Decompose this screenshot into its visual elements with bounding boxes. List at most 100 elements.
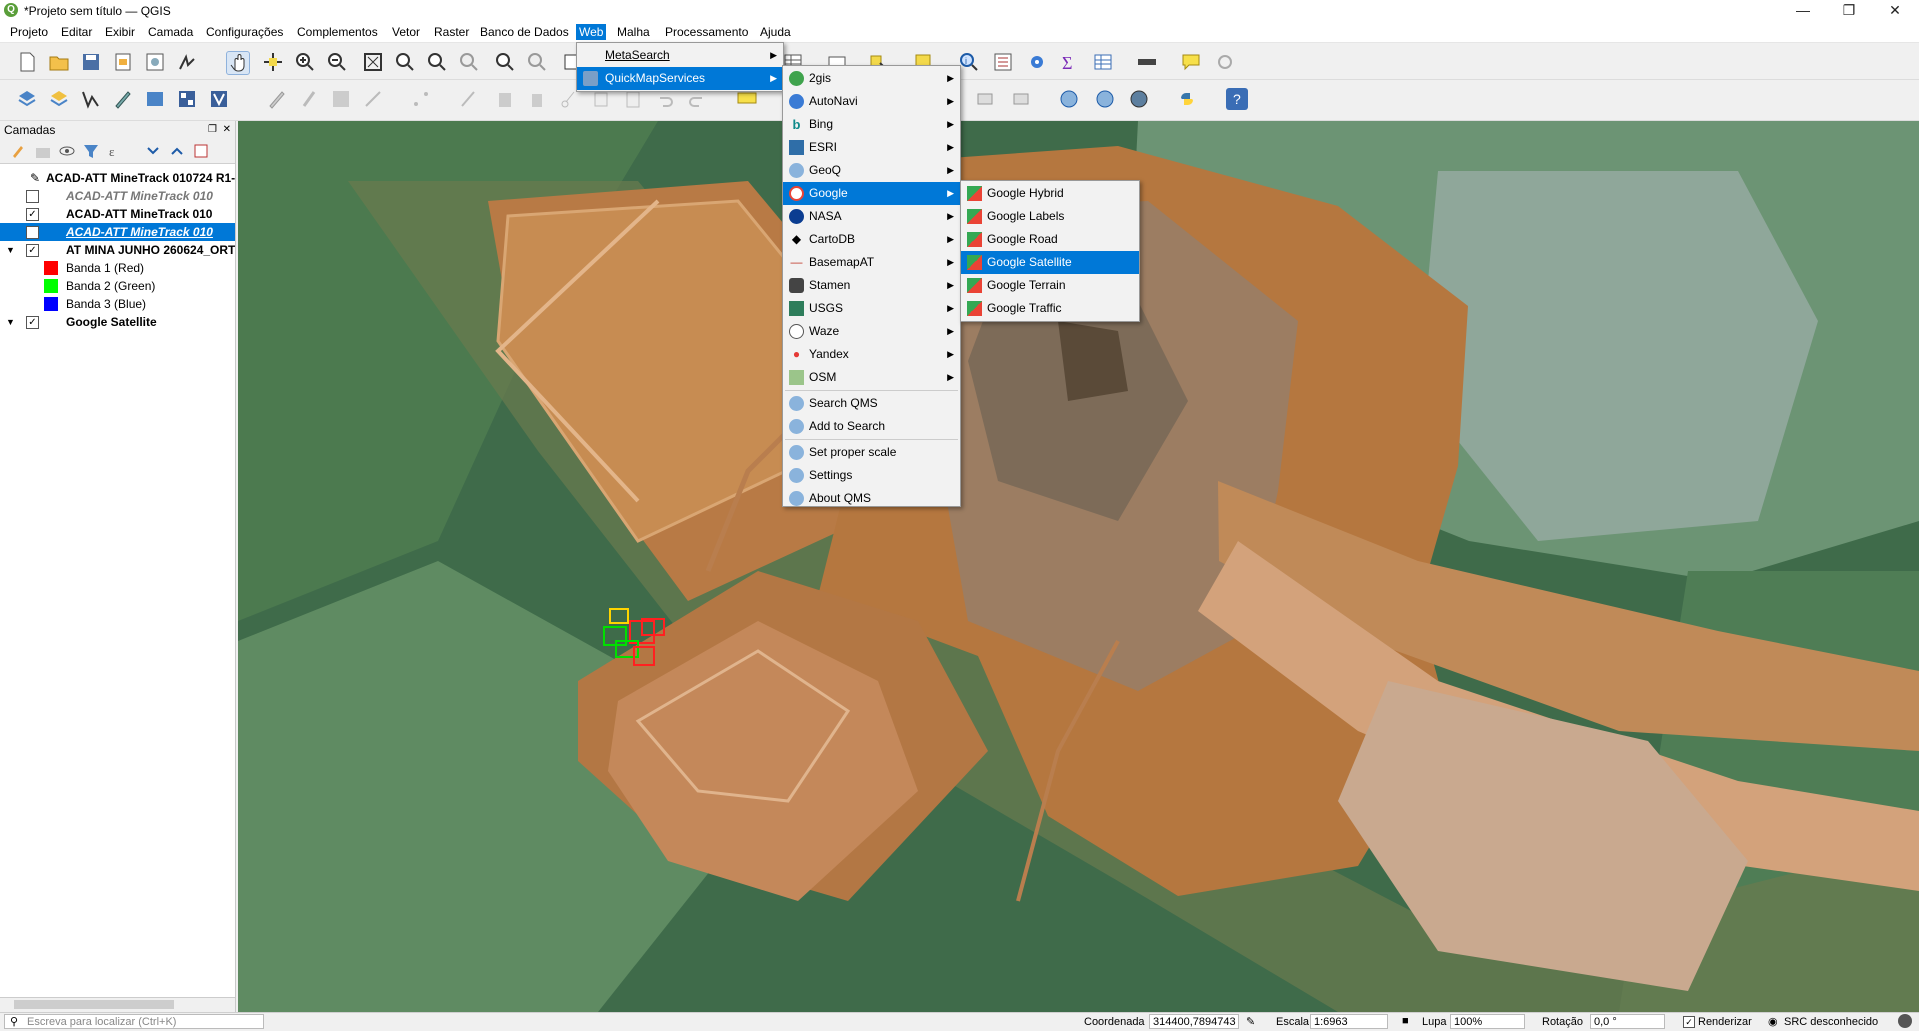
- menu-editar[interactable]: Editar: [58, 24, 95, 40]
- restore-button[interactable]: ❐: [1826, 0, 1872, 22]
- open-project-icon[interactable]: [48, 51, 70, 73]
- layer-visibility-checkbox[interactable]: [26, 190, 39, 203]
- menu-web[interactable]: Web: [576, 24, 607, 40]
- crs-label[interactable]: SRC desconhecido: [1784, 1016, 1878, 1028]
- layer-row[interactable]: ✎ ACAD-ATT MineTrack 010724 R1-: [0, 169, 235, 187]
- menu-raster[interactable]: Raster: [431, 24, 472, 40]
- open-table-icon[interactable]: [1092, 51, 1114, 73]
- qms-provider-google[interactable]: Google ▶: [783, 182, 960, 205]
- gps-tools-icon[interactable]: [1214, 51, 1236, 73]
- float-panel-icon[interactable]: ❐: [208, 121, 217, 139]
- qms-about[interactable]: About QMS: [783, 487, 960, 510]
- locator-search-input[interactable]: Escreva para localizar (Ctrl+K): [4, 1014, 264, 1029]
- measure-line-icon[interactable]: [1136, 51, 1158, 73]
- qms-provider-bing[interactable]: b Bing ▶: [783, 113, 960, 136]
- qms-search-icon[interactable]: [1094, 88, 1116, 110]
- minimize-button[interactable]: —: [1780, 0, 1826, 22]
- messages-icon[interactable]: [1898, 1014, 1912, 1028]
- save-project-icon[interactable]: [80, 51, 102, 73]
- lock-scale-icon[interactable]: ■: [1402, 1015, 1409, 1027]
- expand-arrow-icon[interactable]: ▼: [6, 313, 15, 331]
- delete-icon[interactable]: [526, 88, 548, 110]
- close-button[interactable]: ✕: [1872, 0, 1918, 22]
- qms-set-proper-scale[interactable]: Set proper scale: [783, 441, 960, 464]
- layer-row[interactable]: ▼ ✓ AT MINA JUNHO 260624_ORT: [0, 241, 235, 259]
- layer-visibility-checkbox[interactable]: [26, 226, 39, 239]
- qms-settings-icon[interactable]: [1128, 88, 1150, 110]
- menu-ajuda[interactable]: Ajuda: [757, 24, 794, 40]
- layers-horizontal-scrollbar[interactable]: [0, 997, 235, 1012]
- label-move-icon[interactable]: [1010, 88, 1032, 110]
- add-delimited-text-icon[interactable]: [80, 88, 102, 110]
- qms-provider-waze[interactable]: Waze ▶: [783, 320, 960, 343]
- menu-complementos[interactable]: Complementos: [294, 24, 381, 40]
- layer-row[interactable]: ACAD-ATT MineTrack 010: [0, 187, 235, 205]
- google-road-item[interactable]: Google Road: [961, 228, 1139, 251]
- crs-globe-icon[interactable]: ◉: [1768, 1015, 1778, 1028]
- label-diagram-icon[interactable]: [974, 88, 996, 110]
- layer-row-selected[interactable]: ACAD-ATT MineTrack 010: [0, 223, 235, 241]
- zoom-in-icon[interactable]: [294, 51, 316, 73]
- layer-row[interactable]: ✓ ACAD-ATT MineTrack 010: [0, 205, 235, 223]
- google-terrain-item[interactable]: Google Terrain: [961, 274, 1139, 297]
- add-group-icon[interactable]: [32, 140, 54, 162]
- map-tips-icon[interactable]: [1180, 51, 1202, 73]
- google-labels-item[interactable]: Google Labels: [961, 205, 1139, 228]
- filter-expression-icon[interactable]: ε: [104, 140, 126, 162]
- qms-provider-esri[interactable]: ESRI ▶: [783, 136, 960, 159]
- qms-search-qms[interactable]: Search QMS: [783, 392, 960, 415]
- pan-to-selection-icon[interactable]: [262, 51, 284, 73]
- add-wms-layer-icon[interactable]: [208, 88, 230, 110]
- print-layout-icon[interactable]: [112, 51, 134, 73]
- collapse-all-icon[interactable]: [166, 140, 188, 162]
- magnifier-spinbox[interactable]: 100%: [1450, 1014, 1525, 1029]
- data-source-manager-icon[interactable]: [16, 88, 38, 110]
- toggle-editing-icon[interactable]: [298, 88, 320, 110]
- field-calculator-icon[interactable]: [992, 51, 1014, 73]
- menu-item-metasearch[interactable]: MetaSearch ▶: [577, 44, 783, 67]
- metasearch-icon[interactable]: [1058, 88, 1080, 110]
- google-hybrid-item[interactable]: Google Hybrid: [961, 182, 1139, 205]
- zoom-to-layer-icon[interactable]: [426, 51, 448, 73]
- zoom-last-icon[interactable]: [494, 51, 516, 73]
- modify-attributes-icon[interactable]: [458, 88, 480, 110]
- render-checkbox[interactable]: ✓: [1683, 1016, 1695, 1028]
- qms-settings[interactable]: Settings: [783, 464, 960, 487]
- menu-camada[interactable]: Camada: [145, 24, 196, 40]
- zoom-to-selection-icon[interactable]: [394, 51, 416, 73]
- scale-combobox[interactable]: 1:6963: [1310, 1014, 1388, 1029]
- filter-legend-icon[interactable]: [80, 140, 102, 162]
- menu-vetor[interactable]: Vetor: [389, 24, 423, 40]
- menu-configuracoes[interactable]: Configurações: [203, 24, 286, 40]
- digitize-icon[interactable]: [362, 88, 384, 110]
- zoom-full-icon[interactable]: [362, 51, 384, 73]
- qms-provider-geoq[interactable]: GeoQ ▶: [783, 159, 960, 182]
- qms-provider-2gis[interactable]: 2gis ▶: [783, 67, 960, 90]
- add-postgis-icon[interactable]: [144, 88, 166, 110]
- style-manager-icon[interactable]: [176, 51, 198, 73]
- menu-item-quickmapservices[interactable]: QuickMapServices ▶: [577, 67, 783, 90]
- help-icon[interactable]: ?: [1226, 88, 1248, 110]
- qms-add-to-search[interactable]: Add to Search: [783, 415, 960, 438]
- google-traffic-item[interactable]: Google Traffic: [961, 297, 1139, 320]
- python-console-icon[interactable]: [1176, 88, 1198, 110]
- menu-banco-de-dados[interactable]: Banco de Dados: [477, 24, 572, 40]
- layer-row[interactable]: ▼ ✓ Google Satellite: [0, 313, 235, 331]
- close-panel-icon[interactable]: ✕: [223, 121, 231, 139]
- processing-toolbox-icon[interactable]: [1026, 51, 1048, 73]
- new-shapefile-icon[interactable]: [112, 88, 134, 110]
- pan-map-icon[interactable]: [226, 51, 250, 75]
- qms-provider-cartodb[interactable]: ◆ CartoDB ▶: [783, 228, 960, 251]
- expand-arrow-icon[interactable]: ▼: [6, 241, 15, 259]
- scrollbar-thumb[interactable]: [14, 1000, 174, 1009]
- identify-features-icon[interactable]: i: [958, 51, 980, 73]
- manage-visibility-icon[interactable]: [56, 140, 78, 162]
- menu-projeto[interactable]: Projeto: [7, 24, 51, 40]
- google-satellite-item[interactable]: Google Satellite: [961, 251, 1139, 274]
- layout-manager-icon[interactable]: [144, 51, 166, 73]
- current-edits-icon[interactable]: [266, 88, 288, 110]
- delete-selected-icon[interactable]: [494, 88, 516, 110]
- vertex-tool-icon[interactable]: [410, 88, 432, 110]
- layer-visibility-checkbox[interactable]: ✓: [26, 244, 39, 257]
- coordinate-field[interactable]: 314400,7894743: [1149, 1014, 1239, 1029]
